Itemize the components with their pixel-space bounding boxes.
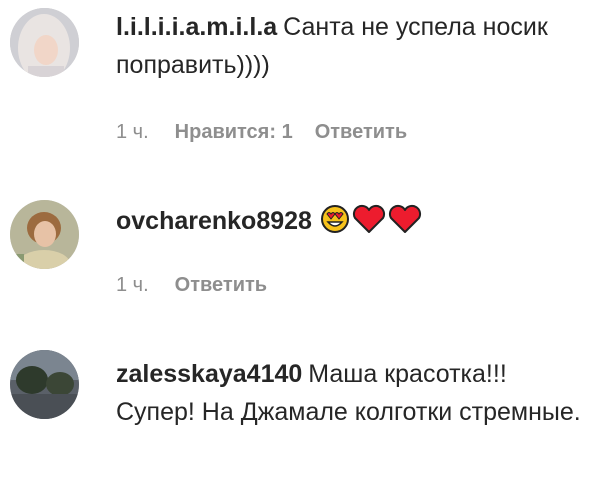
comment-text-block: ovcharenko8928 xyxy=(116,202,586,240)
heart-eyes-emoji xyxy=(320,204,350,234)
comment-username[interactable]: ovcharenko8928 xyxy=(116,207,312,235)
avatar[interactable] xyxy=(10,350,79,419)
comment-meta: 1 ч. Ответить xyxy=(116,273,289,297)
comment-meta: 1 ч. Нравится: 1 Ответить xyxy=(116,120,429,144)
comment-text-block: zalesskaya4140 Маша красотка!!! Супер! На… xyxy=(116,355,586,431)
comment-username[interactable]: zalesskaya4140 xyxy=(116,360,302,388)
reply-button[interactable]: Ответить xyxy=(315,121,407,143)
avatar[interactable] xyxy=(10,8,79,77)
likes-count[interactable]: Нравится: 1 xyxy=(175,121,293,143)
comment-time[interactable]: 1 ч. xyxy=(116,121,149,143)
comment-text-block: l.i.l.i.i.a.m.i.l.a Санта не успела носик… xyxy=(116,8,586,84)
comment-username[interactable]: l.i.l.i.i.a.m.i.l.a xyxy=(116,13,277,41)
reply-button[interactable]: Ответить xyxy=(175,274,267,296)
red-heart-emoji xyxy=(388,204,422,234)
avatar[interactable] xyxy=(10,200,79,269)
red-heart-emoji xyxy=(352,204,386,234)
comment-time[interactable]: 1 ч. xyxy=(116,274,149,296)
